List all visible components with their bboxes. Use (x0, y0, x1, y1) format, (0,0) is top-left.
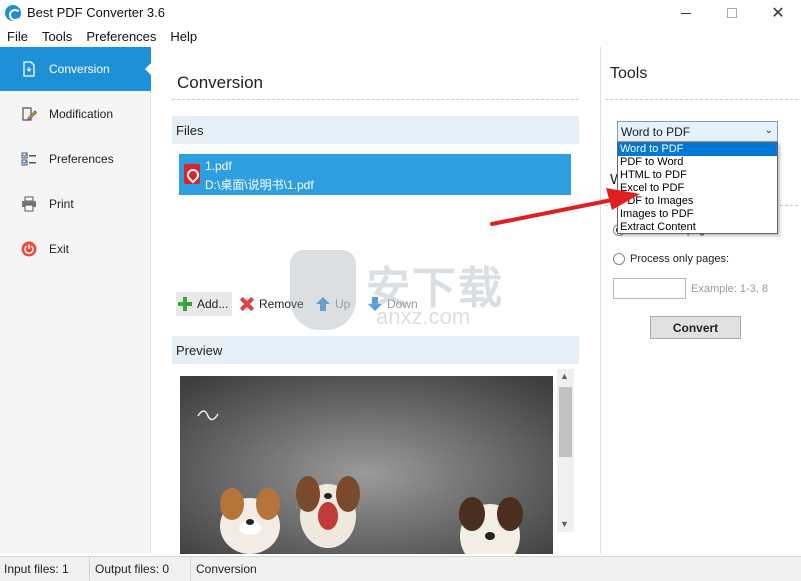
sidebar-item-label: Exit (49, 242, 70, 256)
arrow-up-icon (316, 297, 330, 311)
page-title: Conversion (177, 73, 263, 92)
files-section-header: Files (172, 116, 579, 144)
conversion-type-select[interactable]: Word to PDF ⌄ (617, 121, 778, 142)
dropdown-option-pdf-to-word[interactable]: PDF to Word (618, 156, 777, 169)
remove-icon (240, 297, 254, 311)
scroll-thumb[interactable] (559, 387, 572, 457)
move-down-button[interactable]: Down (368, 292, 418, 316)
divider (172, 99, 579, 100)
status-bar: Input files: 1 Output files: 0 Conversio… (0, 556, 801, 581)
tools-title: Tools (610, 65, 648, 82)
tools-panel: Tools Word to PDF ⌄ W Process all pages … (600, 47, 801, 554)
menu-preferences[interactable]: Preferences (79, 29, 163, 44)
scroll-up-icon[interactable]: ▲ (560, 371, 569, 381)
close-icon: ✕ (771, 5, 785, 22)
sidebar-item-label: Conversion (49, 62, 110, 76)
status-mode: Conversion (196, 562, 257, 576)
dropdown-option-pdf-to-images[interactable]: PDF to Images (618, 195, 777, 208)
menu-bar: File Tools Preferences Help (0, 26, 801, 46)
pages-hint: Example: 1-3, 8 (691, 283, 769, 295)
menu-tools[interactable]: Tools (35, 29, 79, 44)
main-panel: Conversion Files 1.pdf D:\桌面\说明书\1.pdf A… (152, 47, 599, 554)
sidebar-item-preferences[interactable]: Preferences (0, 137, 151, 181)
preview-image (180, 376, 553, 554)
puppies-photo (180, 376, 553, 554)
close-button[interactable]: ✕ (755, 0, 801, 26)
move-up-label: Up (335, 297, 351, 311)
pdf-file-icon (184, 164, 200, 184)
checklist-icon (21, 152, 36, 166)
maximize-icon (727, 8, 737, 18)
remove-file-label: Remove (259, 297, 304, 311)
process-only-radio[interactable] (613, 253, 625, 265)
sidebar-item-conversion[interactable]: Conversion (0, 47, 152, 91)
app-logo-icon (5, 5, 21, 21)
chevron-down-icon: ⌄ (764, 125, 773, 136)
sidebar-item-exit[interactable]: Exit (0, 227, 151, 271)
status-separator (190, 557, 191, 581)
move-down-label: Down (387, 297, 418, 311)
document-convert-icon (23, 61, 35, 77)
dropdown-option-html-to-pdf[interactable]: HTML to PDF (618, 169, 777, 182)
dropdown-option-extract-content[interactable]: Extract Content (618, 221, 777, 234)
preview-scrollbar[interactable]: ▲ ▼ (557, 369, 574, 532)
conversion-type-dropdown: Word to PDF PDF to Word HTML to PDF Exce… (617, 142, 778, 234)
arrow-down-icon (368, 297, 382, 311)
title-bar: Best PDF Converter 3.6 ✕ (0, 0, 801, 26)
minimize-button[interactable] (663, 0, 709, 26)
sidebar-item-modification[interactable]: Modification (0, 92, 151, 136)
convert-button[interactable]: Convert (650, 316, 741, 339)
file-list-item[interactable]: 1.pdf D:\桌面\说明书\1.pdf (179, 154, 571, 195)
maximize-button[interactable] (709, 0, 755, 26)
menu-help[interactable]: Help (163, 29, 204, 44)
process-only-label: Process only pages: (630, 253, 730, 265)
file-name: 1.pdf (205, 159, 232, 173)
pages-input[interactable] (613, 278, 686, 299)
divider (605, 99, 798, 100)
printer-icon (22, 196, 36, 212)
plus-icon (178, 297, 192, 311)
sidebar-item-label: Preferences (49, 152, 114, 166)
power-icon (21, 241, 37, 257)
file-path: D:\桌面\说明书\1.pdf (205, 178, 314, 192)
window-title: Best PDF Converter 3.6 (27, 5, 165, 20)
add-file-label: Add... (197, 297, 229, 311)
move-up-button[interactable]: Up (316, 292, 350, 316)
dropdown-option-word-to-pdf[interactable]: Word to PDF (618, 143, 777, 156)
sidebar-item-print[interactable]: Print (0, 182, 151, 226)
pencil-document-icon (22, 107, 37, 121)
minimize-icon (681, 12, 691, 14)
remove-file-button[interactable]: Remove (240, 292, 304, 316)
sidebar: Conversion Modification Preferences Prin… (0, 47, 152, 554)
status-output-files: Output files: 0 (95, 562, 170, 576)
dropdown-option-images-to-pdf[interactable]: Images to PDF (618, 208, 777, 221)
scroll-down-icon[interactable]: ▼ (560, 519, 569, 529)
conversion-type-value: Word to PDF (621, 125, 691, 139)
dropdown-option-excel-to-pdf[interactable]: Excel to PDF (618, 182, 777, 195)
preview-section-header: Preview (172, 336, 579, 364)
status-separator (89, 557, 90, 581)
status-input-files: Input files: 1 (4, 562, 69, 576)
sidebar-item-label: Print (49, 197, 74, 211)
sidebar-item-label: Modification (49, 107, 114, 121)
add-file-button[interactable]: Add... (176, 292, 233, 316)
menu-file[interactable]: File (0, 29, 35, 44)
